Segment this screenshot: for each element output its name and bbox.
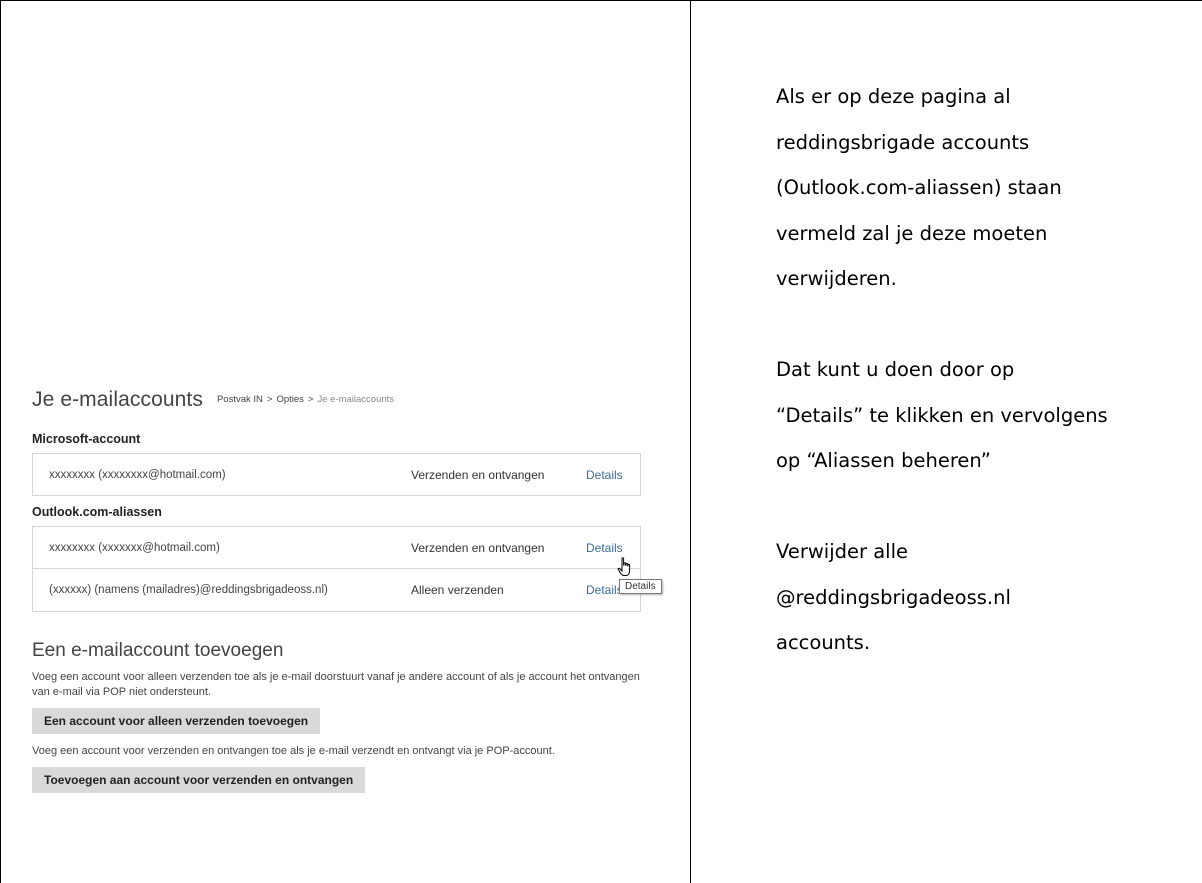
breadcrumb: Postvak IN > Opties > Je e-mailaccounts: [217, 394, 394, 405]
add-account-title: Een e-mailaccount toevoegen: [32, 640, 284, 661]
instruction-line: verwijderen.: [776, 267, 897, 290]
send-receive-description: Voeg een account voor verzenden en ontva…: [32, 745, 555, 757]
add-send-receive-account-button[interactable]: Toevoegen aan account voor verzenden en …: [32, 767, 366, 793]
breadcrumb-options[interactable]: Opties: [276, 394, 303, 405]
instruction-line: Als er op deze pagina al: [776, 85, 1011, 108]
frame-left-border: [0, 0, 1, 883]
instruction-paragraph-2: Dat kunt u doen door op “Details” te kli…: [776, 347, 1202, 484]
alias-address: xxxxxxxx (xxxxxxx@hotmail.com): [49, 541, 220, 554]
instruction-paragraph-1: Als er op deze pagina al reddingsbrigade…: [776, 74, 1202, 302]
instruction-line: @reddingsbrigadeoss.nl: [776, 585, 1011, 609]
breadcrumb-separator: >: [266, 394, 273, 405]
breadcrumb-inbox[interactable]: Postvak IN: [217, 394, 263, 405]
details-tooltip: Details: [619, 579, 662, 594]
table-row: xxxxxxxx (xxxxxxxx@hotmail.com) Verzende…: [33, 454, 640, 495]
add-send-only-account-button[interactable]: Een account voor alleen verzenden toevoe…: [32, 708, 321, 734]
account-status: Verzenden en ontvangen: [411, 467, 545, 482]
instruction-line: “Details” te klikken en vervolgens: [776, 403, 1108, 427]
send-only-description: Voeg een account voor alleen verzenden t…: [32, 671, 640, 698]
instructions-column: Als er op deze pagina al reddingsbrigade…: [776, 74, 1202, 666]
instruction-line: Verwijder alle: [776, 540, 908, 563]
instruction-line: (Outlook.com-aliassen) staan: [776, 176, 1062, 199]
aliases-table: xxxxxxxx (xxxxxxx@hotmail.com) Verzenden…: [32, 526, 662, 612]
frame-top-border: [0, 0, 1202, 1]
page-title: Je e-mailaccounts: [32, 388, 203, 411]
instruction-line: Dat kunt u doen door op: [776, 358, 1015, 381]
breadcrumb-current: Je e-mailaccounts: [317, 394, 395, 405]
details-link[interactable]: Details: [586, 541, 623, 555]
details-link[interactable]: Details: [586, 583, 623, 597]
instruction-line: vermeld zal je deze moeten: [776, 221, 1048, 245]
instruction-line: accounts.: [776, 631, 871, 654]
hand-pointer-icon: [617, 557, 631, 576]
instruction-paragraph-3: Verwijder alle @reddingsbrigadeoss.nl ac…: [776, 529, 1202, 666]
table-row: (xxxxxx) (namens (mailadres)@reddingsbri…: [33, 568, 640, 611]
microsoft-account-table: xxxxxxxx (xxxxxxxx@hotmail.com) Verzende…: [32, 453, 641, 496]
aliases-title: Outlook.com-aliassen: [32, 505, 162, 519]
table-row: xxxxxxxx (xxxxxxx@hotmail.com) Verzenden…: [33, 527, 640, 568]
alias-address: (xxxxxx) (namens (mailadres)@reddingsbri…: [49, 584, 328, 596]
email-accounts-panel: Je e-mailaccounts Postvak IN > Opties > Je e…: [32, 388, 662, 793]
alias-status: Alleen verzenden: [411, 583, 504, 597]
breadcrumb-separator: >: [307, 394, 314, 405]
page-header: Je e-mailaccounts Postvak IN > Opties > Je e…: [32, 388, 652, 426]
instruction-line: reddingsbrigade accounts: [776, 130, 1030, 154]
frame-column-divider: [690, 0, 691, 883]
account-address: xxxxxxxx (xxxxxxxx@hotmail.com): [49, 468, 226, 481]
alias-status: Verzenden en ontvangen: [411, 540, 545, 555]
microsoft-account-title: Microsoft-account: [32, 432, 141, 446]
instruction-line: op “Aliassen beheren”: [776, 449, 991, 472]
details-link[interactable]: Details: [586, 468, 623, 482]
